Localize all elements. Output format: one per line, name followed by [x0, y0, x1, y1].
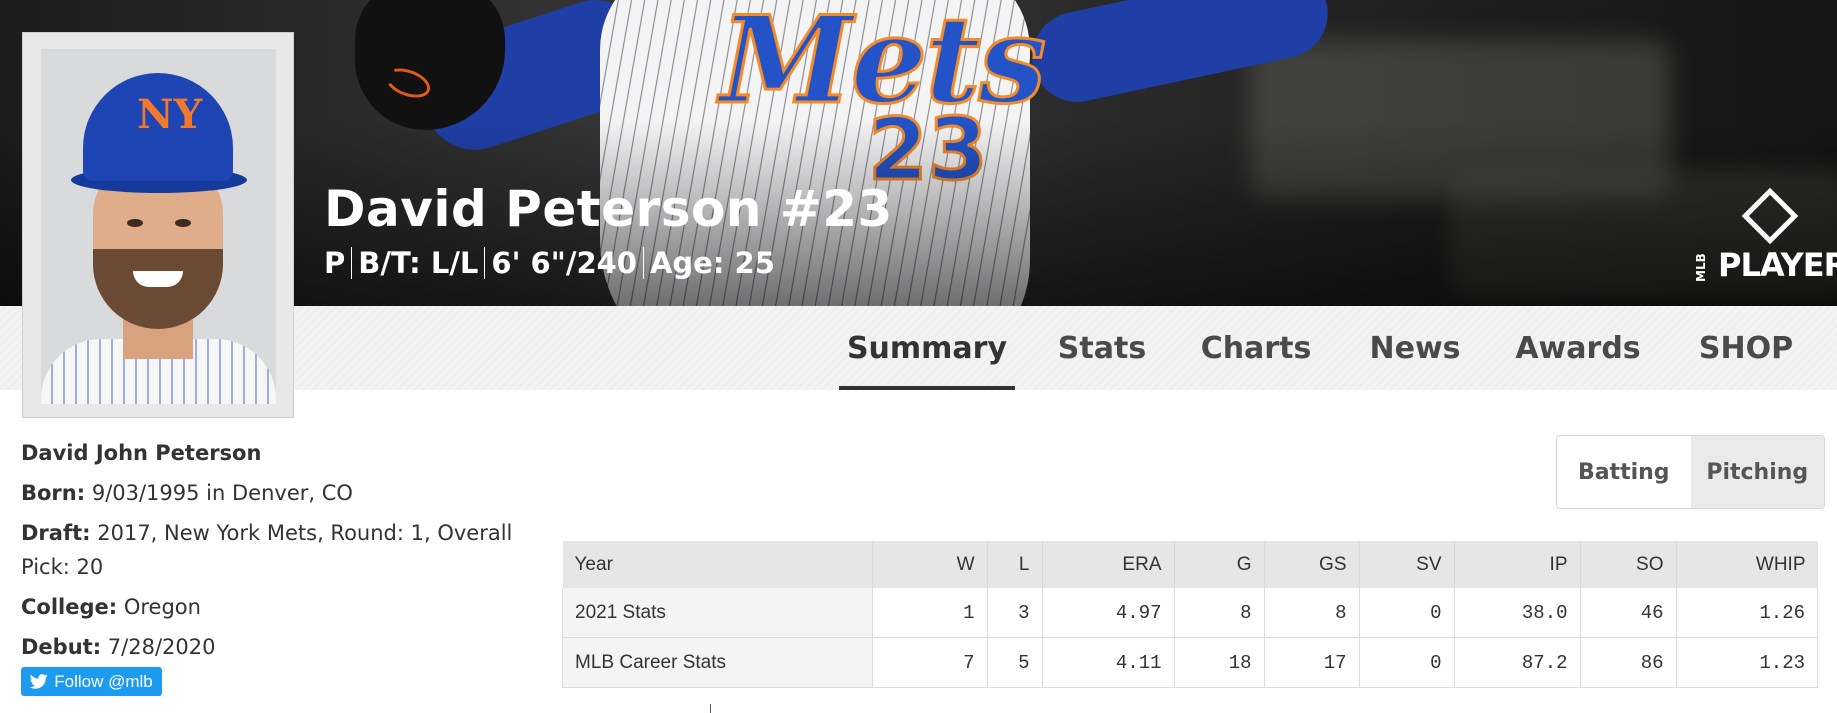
headshot-beard [93, 249, 223, 329]
col-g[interactable]: G [1173, 541, 1264, 588]
cell-w: 1 [871, 588, 987, 638]
row-label: MLB Career Stats [562, 637, 872, 688]
meta-separator [642, 247, 644, 279]
college-label: College: [21, 595, 118, 619]
headshot-eye [127, 219, 143, 227]
meta-separator [484, 247, 486, 279]
tab-summary[interactable]: Summary [839, 306, 1015, 390]
meta-separator [351, 247, 353, 279]
col-w[interactable]: W [871, 541, 987, 588]
toggle-batting[interactable]: Batting [1557, 436, 1691, 508]
twitter-bird-icon [30, 674, 48, 689]
col-so[interactable]: SO [1579, 541, 1676, 588]
born-label: Born: [21, 481, 86, 505]
draft-label: Draft: [21, 521, 91, 545]
cell-g: 18 [1173, 637, 1264, 688]
player-age: Age: 25 [649, 246, 775, 280]
draft-value: 2017, New York Mets, Round: 1, Overall P… [21, 521, 513, 579]
cell-so: 86 [1579, 637, 1676, 688]
player-bio: David John Peterson Born: 9/03/1995 in D… [21, 436, 531, 670]
bio-full-name: David John Peterson [21, 436, 531, 470]
col-era[interactable]: ERA [1041, 541, 1174, 588]
college-value: Oregon [123, 595, 201, 619]
players-logo-text: PLAYERS [1718, 246, 1837, 284]
col-year[interactable]: Year [562, 541, 872, 588]
bio-draft: Draft: 2017, New York Mets, Round: 1, Ov… [21, 516, 531, 584]
table-row: 2021 Stats 1 3 4.97 8 8 0 38.0 46 1.26 [562, 588, 1818, 638]
cell-era: 4.11 [1041, 637, 1174, 688]
player-bats-throws: B/T: L/L [358, 246, 479, 280]
batting-pitching-toggle: Batting Pitching [1556, 435, 1825, 509]
tab-stats[interactable]: Stats [1040, 306, 1164, 390]
bio-college: College: Oregon [21, 590, 531, 624]
tab-awards[interactable]: Awards [1508, 306, 1648, 390]
cell-sv: 0 [1358, 588, 1454, 638]
follow-label: Follow @mlb [54, 671, 153, 691]
row-label: 2021 Stats [562, 588, 872, 638]
cell-ip: 87.2 [1453, 637, 1580, 688]
mlb-players-logo[interactable]: MLB PLAYERS [1694, 187, 1837, 286]
player-position: P [324, 246, 346, 280]
cell-w: 7 [871, 637, 987, 688]
text-cursor [710, 704, 711, 713]
table-row: MLB Career Stats 7 5 4.11 18 17 0 87.2 8… [562, 637, 1818, 688]
players-diamond-icon [1741, 187, 1799, 245]
cell-gs: 17 [1263, 637, 1359, 688]
full-name-text: David John Peterson [21, 441, 262, 465]
tab-charts[interactable]: Charts [1192, 306, 1320, 390]
players-logo-mlb: MLB [1694, 253, 1708, 282]
debut-value: 7/28/2020 [107, 635, 216, 659]
toggle-pitching[interactable]: Pitching [1690, 436, 1824, 508]
cap-logo: NY [137, 91, 203, 138]
col-sv[interactable]: SV [1358, 541, 1454, 588]
stats-table: Year W L ERA G GS SV IP SO WHIP 2021 Sta… [562, 541, 1818, 688]
bio-debut: Debut: 7/28/2020 [21, 630, 531, 664]
col-l[interactable]: L [986, 541, 1042, 588]
player-headshot-frame: NY [22, 32, 294, 418]
col-whip[interactable]: WHIP [1675, 541, 1818, 588]
player-headshot: NY [41, 49, 276, 404]
debut-label: Debut: [21, 635, 102, 659]
cell-so: 46 [1579, 588, 1676, 638]
cell-l: 5 [986, 637, 1042, 688]
cell-l: 3 [986, 588, 1042, 638]
cell-g: 8 [1173, 588, 1264, 638]
twitter-follow-button[interactable]: Follow @mlb [21, 667, 162, 696]
headshot-eye [175, 219, 191, 227]
bio-born: Born: 9/03/1995 in Denver, CO [21, 476, 531, 510]
tab-shop[interactable]: SHOP [1690, 306, 1802, 390]
player-name-heading: David Peterson #23 [324, 180, 893, 238]
player-height-weight: 6' 6"/240 [491, 246, 637, 280]
player-meta: P B/T: L/L 6' 6"/240 Age: 25 [324, 246, 775, 280]
table-header-row: Year W L ERA G GS SV IP SO WHIP [562, 541, 1818, 588]
cell-gs: 8 [1263, 588, 1359, 638]
col-ip[interactable]: IP [1453, 541, 1580, 588]
cell-whip: 1.26 [1675, 588, 1818, 638]
tab-news[interactable]: News [1350, 306, 1480, 390]
cell-sv: 0 [1358, 637, 1454, 688]
cell-era: 4.97 [1041, 588, 1174, 638]
born-value: 9/03/1995 in Denver, CO [91, 481, 353, 505]
col-gs[interactable]: GS [1263, 541, 1359, 588]
cell-ip: 38.0 [1453, 588, 1580, 638]
cell-whip: 1.23 [1675, 637, 1818, 688]
